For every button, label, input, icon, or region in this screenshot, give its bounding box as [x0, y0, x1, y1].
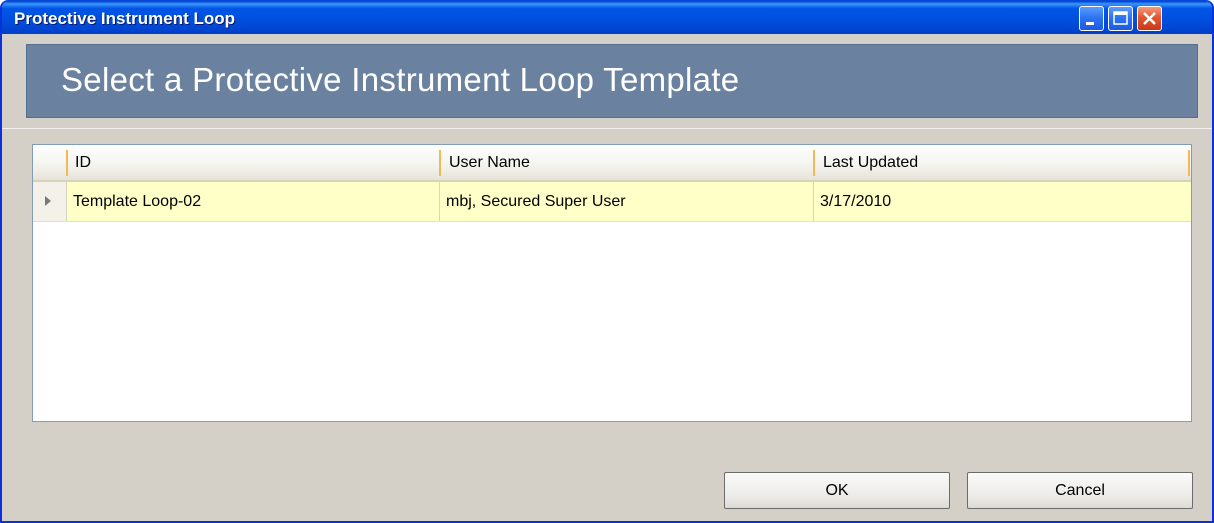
column-header-last-updated[interactable]: Last Updated: [815, 145, 1185, 180]
window-title: Protective Instrument Loop: [14, 9, 236, 28]
minimize-icon: [1086, 22, 1094, 25]
title-bar[interactable]: Protective Instrument Loop: [2, 2, 1212, 34]
dialog-window: Protective Instrument Loop Select a Prot…: [0, 0, 1214, 523]
minimize-button[interactable]: [1079, 6, 1104, 31]
column-header-id[interactable]: ID: [67, 145, 439, 180]
template-grid[interactable]: ID User Name Last Updated Template Loop-…: [32, 144, 1192, 422]
maximize-button[interactable]: [1108, 6, 1133, 31]
divider: [2, 128, 1212, 129]
cancel-button[interactable]: Cancel: [967, 472, 1193, 509]
table-row[interactable]: Template Loop-02 mbj, Secured Super User…: [33, 182, 1191, 222]
close-icon: [1143, 12, 1156, 25]
header-banner: Select a Protective Instrument Loop Temp…: [26, 44, 1198, 118]
cell-id[interactable]: Template Loop-02: [67, 182, 439, 221]
maximize-icon: [1113, 11, 1128, 25]
close-button[interactable]: [1137, 6, 1162, 31]
cell-user-name[interactable]: mbj, Secured Super User: [440, 182, 813, 221]
row-indicator-icon: [45, 196, 51, 206]
cell-last-updated[interactable]: 3/17/2010: [814, 182, 1188, 221]
page-title: Select a Protective Instrument Loop Temp…: [61, 61, 740, 98]
ok-button[interactable]: OK: [724, 472, 950, 509]
row-selector[interactable]: [33, 182, 67, 221]
column-separator[interactable]: [1188, 150, 1190, 176]
grid-header: ID User Name Last Updated: [33, 145, 1191, 182]
column-header-user-name[interactable]: User Name: [441, 145, 813, 180]
